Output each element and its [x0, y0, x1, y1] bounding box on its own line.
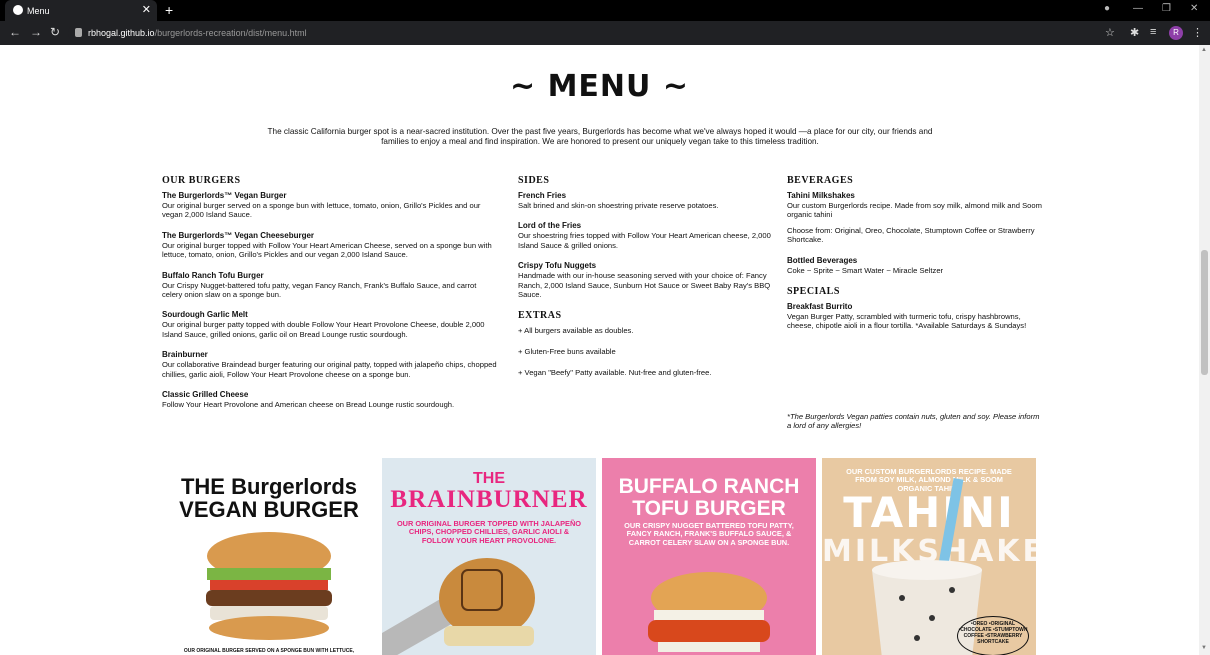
item-desc: Salt brined and skin-on shoestring priva…: [518, 201, 719, 210]
menu-item: French Fries Salt brined and skin-on sho…: [518, 191, 773, 210]
burgers-column: OUR BURGERS The Burgerlords™ Vegan Burge…: [162, 175, 497, 420]
tab-bar: Menu ✕ + ● — ❐ ✕: [0, 0, 1210, 21]
item-name: The Burgerlords™ Vegan Burger: [162, 191, 287, 200]
burger-illustration: [206, 532, 332, 640]
buffalo-ranch-image: BUFFALO RANCH TOFU BURGER OUR CRISPY NUGG…: [602, 458, 816, 655]
item-desc: Our original burger patty topped with do…: [162, 320, 485, 339]
item-name: Bottled Beverages: [787, 255, 858, 265]
address-bar: ← → ↻ rbhogal.github.io/burgerlords-recr…: [0, 21, 1210, 45]
bookmark-star-icon[interactable]: ☆: [1105, 26, 1115, 39]
forward-icon[interactable]: →: [30, 25, 42, 39]
lock-icon: [75, 28, 82, 37]
burgers-heading: OUR BURGERS: [162, 175, 241, 186]
item-desc-choices: Choose from: Original, Oreo, Chocolate, …: [787, 225, 1035, 245]
menu-item: Crispy Tofu Nuggets Handmade with our in…: [518, 261, 773, 299]
reading-list-icon[interactable]: ≡: [1150, 26, 1156, 38]
brainburner-illustration: [382, 558, 535, 655]
scroll-up-icon[interactable]: ▲: [1201, 47, 1207, 53]
maximize-icon[interactable]: ❐: [1162, 3, 1171, 14]
item-desc: Our custom Burgerlords recipe. Made from…: [787, 201, 1042, 220]
scroll-down-icon[interactable]: ▼: [1201, 645, 1207, 651]
page-scrollbar[interactable]: ▲ ▼: [1199, 45, 1210, 655]
page-title: ~ MENU ~: [510, 69, 689, 104]
item-desc: Our shoestring fries topped with Follow …: [518, 231, 771, 250]
beverages-column: BEVERAGES Tahini Milkshakes Our custom B…: [787, 175, 1042, 342]
scrollbar-thumb[interactable]: [1201, 250, 1208, 375]
url-input[interactable]: rbhogal.github.io/burgerlords-recreation…: [68, 23, 1120, 43]
menu-item: Classic Grilled Cheese Follow Your Heart…: [162, 390, 497, 409]
item-name: The Burgerlords™ Vegan Cheeseburger: [162, 230, 315, 240]
tab-title: Menu: [27, 5, 50, 16]
profile-avatar[interactable]: R: [1169, 26, 1183, 40]
item-name: French Fries: [518, 191, 567, 200]
item-desc: Our original burger topped with Follow Y…: [162, 240, 492, 260]
menu-item: Lord of the Fries Our shoestring fries t…: [518, 221, 773, 250]
item-desc: Coke ~ Sprite ~ Smart Water ~ Miracle Se…: [787, 265, 944, 275]
menu-item: Bottled Beverages Coke ~ Sprite ~ Smart …: [787, 256, 1042, 275]
menu-item: Breakfast Burrito Vegan Burger Patty, sc…: [787, 302, 1042, 331]
item-desc: Follow Your Heart Provolone and American…: [162, 400, 455, 410]
menu-item: Brainburner Our collaborative Braindead …: [162, 350, 497, 379]
new-tab-button[interactable]: +: [165, 2, 173, 18]
allergy-note: *The Burgerlords Vegan patties contain n…: [787, 412, 1040, 431]
item-name: Crispy Tofu Nuggets: [518, 261, 597, 271]
sides-column: SIDES French Fries Salt brined and skin-…: [518, 175, 773, 389]
specials-heading: SPECIALS: [787, 286, 840, 298]
media-icon[interactable]: ●: [1104, 3, 1110, 14]
intro-text: The classic California burger spot is a …: [267, 127, 933, 146]
item-name: Buffalo Ranch Tofu Burger: [162, 270, 264, 280]
menu-item: The Burgerlords™ Vegan Burger Our origin…: [162, 191, 497, 220]
item-desc: Vegan Burger Patty, scrambled with turme…: [787, 312, 1027, 331]
extra-item: + Gluten-Free buns available: [518, 347, 616, 357]
window-close-icon[interactable]: ✕: [1190, 3, 1198, 14]
more-menu-icon[interactable]: ⋮: [1192, 26, 1203, 39]
item-desc: Our original burger served on a sponge b…: [162, 201, 481, 220]
item-desc: Our Crispy Nugget-battered tofu patty, v…: [162, 280, 477, 300]
back-icon[interactable]: ←: [9, 25, 21, 39]
close-tab-icon[interactable]: ✕: [142, 3, 151, 16]
flavors-badge: •OREO •ORIGINAL •CHOCOLATE •STUMPTOWN CO…: [957, 616, 1029, 655]
buffalo-burger-illustration: [648, 572, 770, 652]
url-path: /burgerlords-recreation/dist/menu.html: [154, 28, 307, 38]
menu-item: Sourdough Garlic Melt Our original burge…: [162, 310, 497, 339]
extra-item: + Vegan "Beefy" Patty available. Nut-fre…: [518, 368, 712, 378]
item-name: Breakfast Burrito: [787, 302, 853, 312]
url-host: rbhogal.github.io: [88, 28, 155, 38]
globe-icon: [13, 5, 23, 15]
card-footer: OUR ORIGINAL BURGER SERVED ON A SPONGE B…: [183, 648, 355, 654]
item-name: Tahini Milkshakes: [787, 191, 855, 200]
extensions-icon[interactable]: ✱: [1130, 26, 1139, 39]
brainburner-image: THE BRAINBURNER OUR ORIGINAL BURGER TOPP…: [382, 458, 596, 655]
page-content: ~ MENU ~ The classic California burger s…: [0, 45, 1199, 655]
reload-icon[interactable]: ↻: [50, 25, 60, 39]
item-name: Brainburner: [162, 350, 208, 360]
sides-heading: SIDES: [518, 175, 550, 186]
vegan-burger-image: THE Burgerlords VEGAN BURGER OUR ORIGINAL…: [162, 458, 376, 655]
menu-item: Tahini Milkshakes Our custom Burgerlords…: [787, 191, 1042, 245]
menu-item: Buffalo Ranch Tofu Burger Our Crispy Nug…: [162, 271, 497, 300]
item-name: Sourdough Garlic Melt: [162, 310, 248, 320]
tab-menu[interactable]: Menu ✕: [5, 0, 157, 21]
item-name: Lord of the Fries: [518, 221, 582, 231]
item-desc: Handmade with our in-house seasoning ser…: [518, 271, 771, 300]
item-name: Classic Grilled Cheese: [162, 390, 249, 400]
item-desc: Our collaborative Braindead burger featu…: [162, 360, 497, 379]
menu-item: The Burgerlords™ Vegan Cheeseburger Our …: [162, 231, 497, 260]
extras-heading: EXTRAS: [518, 310, 562, 322]
tahini-milkshake-image: OUR CUSTOM BURGERLORDS RECIPE. MADE FROM…: [822, 458, 1036, 655]
minimize-icon[interactable]: —: [1133, 3, 1143, 14]
beverages-heading: BEVERAGES: [787, 175, 854, 186]
extra-item: + All burgers available as doubles.: [518, 326, 634, 336]
